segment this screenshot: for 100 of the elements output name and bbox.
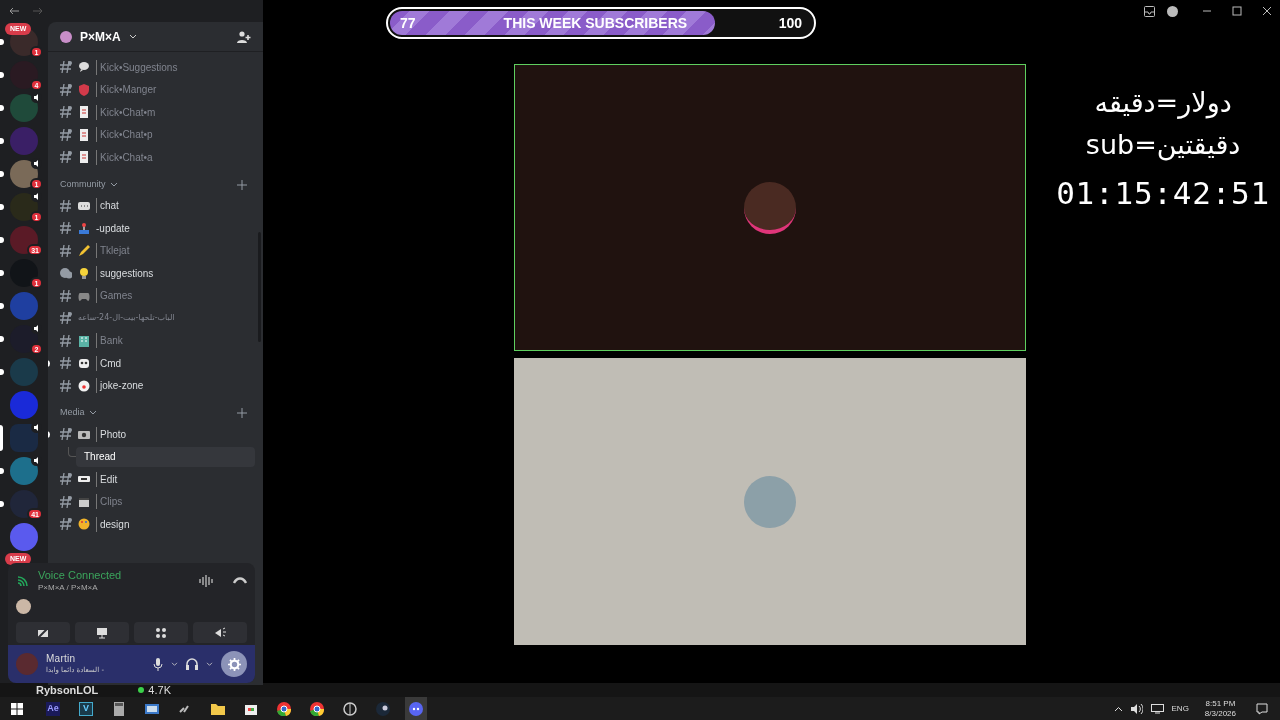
- channel-item[interactable]: Kick•Chat•a: [56, 146, 255, 169]
- activities-icon: [155, 626, 167, 639]
- channel-item[interactable]: suggestions: [56, 262, 255, 285]
- overlay-text: دولار=دقيقه: [1094, 86, 1232, 121]
- document-icon: [78, 106, 90, 119]
- channel-item[interactable]: joke-zone: [56, 374, 255, 397]
- forum-icon: [60, 267, 72, 280]
- channel-item[interactable]: Kick•Suggestions: [56, 56, 255, 79]
- chevron-down-icon[interactable]: [109, 181, 118, 188]
- back-arrow-icon[interactable]: [8, 7, 20, 15]
- clock-date[interactable]: 8/3/2026: [1204, 708, 1236, 719]
- chevron-up-icon[interactable]: [1113, 705, 1123, 712]
- add-channel-icon[interactable]: [237, 179, 247, 190]
- soundboard-button[interactable]: [193, 622, 247, 643]
- video-tile[interactable]: [513, 64, 1026, 351]
- close-icon[interactable]: [1262, 6, 1272, 16]
- chevron-down-icon[interactable]: [128, 33, 137, 40]
- channel-hash-icon: [60, 128, 72, 141]
- browser-icon: [277, 701, 291, 716]
- pencil-icon: [78, 244, 90, 257]
- channel-item[interactable]: Kick•Manger: [56, 78, 255, 101]
- channel-hash-icon: [60, 106, 72, 119]
- stream-name: RybsonLOL: [36, 684, 99, 696]
- browser-icon: [310, 701, 324, 716]
- channel-hash-icon: [60, 83, 72, 96]
- channel-hash-icon: [60, 518, 72, 531]
- voice-status[interactable]: Voice Connected: [38, 569, 122, 583]
- server-icon[interactable]: [10, 160, 38, 188]
- camera-button[interactable]: [16, 622, 70, 643]
- channel-item[interactable]: Kick•Chat•p: [56, 123, 255, 146]
- robot-icon: [78, 357, 90, 370]
- signal-icon: [16, 575, 30, 587]
- server-icon[interactable]: [10, 193, 38, 221]
- video-tile[interactable]: [513, 358, 1026, 645]
- channel-hash-icon: [60, 428, 72, 441]
- channel-item[interactable]: Tklejat: [56, 239, 255, 262]
- sound-wave-icon[interactable]: [199, 575, 213, 587]
- document-icon: [78, 151, 90, 164]
- activities-button[interactable]: [134, 622, 188, 643]
- thread-item[interactable]: Thread: [76, 446, 255, 467]
- channel-item[interactable]: Games: [56, 284, 255, 307]
- chevron-down-icon[interactable]: [206, 661, 213, 667]
- username: Martin: [46, 653, 77, 666]
- soundboard-icon: [214, 626, 226, 639]
- game-icon: [343, 701, 357, 716]
- countdown-timer: 01:15:42:51: [1056, 174, 1270, 213]
- user-avatar: [16, 599, 31, 614]
- speaker-icon[interactable]: [1130, 703, 1143, 714]
- channel-item[interactable]: design: [56, 513, 255, 536]
- chevron-down-icon[interactable]: [88, 410, 97, 416]
- network-icon[interactable]: [1150, 703, 1164, 714]
- headphones-icon[interactable]: [186, 658, 198, 670]
- camera-icon: [78, 428, 90, 441]
- category-header[interactable]: Media: [60, 406, 85, 420]
- calculator-icon: [112, 701, 126, 716]
- windows-start-icon[interactable]: [11, 702, 23, 715]
- channel-item[interactable]: الباب-تلحها-بيت-ال-24-ساعه: [56, 307, 255, 330]
- channel-hash-icon: [60, 151, 72, 164]
- folder-icon: [211, 701, 225, 716]
- palette-icon: [78, 518, 90, 531]
- add-friend-icon[interactable]: [237, 30, 251, 43]
- server-icon[interactable]: [10, 490, 38, 518]
- add-channel-icon[interactable]: [237, 408, 247, 418]
- channel-item[interactable]: Clips: [56, 490, 255, 513]
- channel-item[interactable]: -update: [56, 217, 255, 240]
- joystick-icon: [78, 222, 90, 235]
- inbox-icon[interactable]: [1144, 5, 1155, 17]
- voice-channel[interactable]: P×M×A / P×M×A: [38, 582, 122, 593]
- language-indicator[interactable]: ENG: [1171, 702, 1189, 715]
- disconnect-icon[interactable]: [233, 577, 247, 585]
- channel-hash-icon: [60, 495, 72, 508]
- channel-item[interactable]: chat: [56, 194, 255, 217]
- notification-icon[interactable]: [1256, 702, 1268, 715]
- microphone-icon[interactable]: [153, 657, 163, 671]
- channel-hash-icon: [60, 357, 72, 370]
- maximize-icon[interactable]: [1232, 6, 1242, 16]
- screen-share-button[interactable]: [75, 622, 129, 643]
- window-icon: [145, 701, 159, 716]
- server-icon[interactable]: [10, 226, 38, 254]
- channel-hash-icon: [60, 334, 72, 347]
- channel-item[interactable]: Edit: [56, 468, 255, 491]
- clock-time[interactable]: 8:51 PM: [1205, 698, 1236, 709]
- building-icon: [78, 334, 90, 347]
- channel-hash-icon: [60, 199, 72, 212]
- help-icon[interactable]: [1167, 5, 1178, 17]
- category-header[interactable]: Community: [60, 177, 106, 192]
- server-icon[interactable]: [10, 325, 38, 353]
- channel-item[interactable]: Kick•Chat•m: [56, 101, 255, 124]
- overlay-text: sub=دقيقتين: [1085, 128, 1241, 163]
- settings-button[interactable]: [221, 651, 247, 677]
- channel-hash-icon: [60, 473, 72, 486]
- channel-item[interactable]: Photo: [56, 423, 255, 446]
- chevron-down-icon[interactable]: [171, 661, 178, 667]
- goal-title: THIS WEEK SUBSCRIBERS: [503, 13, 688, 33]
- server-name[interactable]: P×M×A: [80, 27, 121, 46]
- channel-item[interactable]: Bank: [56, 329, 255, 352]
- clapperboard-icon: [78, 495, 90, 508]
- shield-icon: [78, 83, 90, 96]
- document-icon: [78, 128, 90, 141]
- channel-item[interactable]: Cmd: [56, 352, 255, 375]
